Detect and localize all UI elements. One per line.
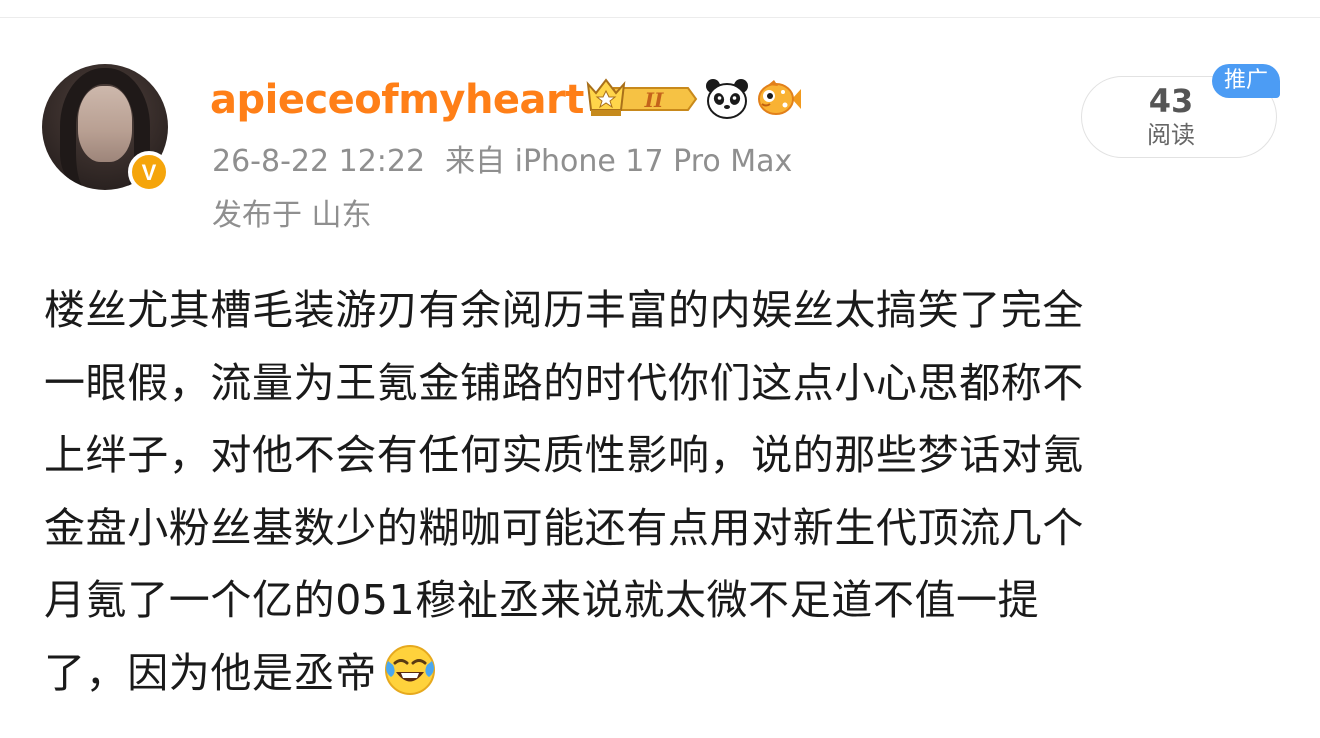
post-line: 月氪了一个亿的051穆祉丞来说就太微不足道不值一提 <box>44 576 1040 624</box>
post-line: 一眼假，流量为王氪金铺路的时代你们这点小心思都称不 <box>44 358 1084 407</box>
post-line: 上绊子，对他不会有任何实质性影响，说的那些梦话对氪 <box>44 431 1084 479</box>
laugh-cry-emoji <box>384 644 435 695</box>
user-badges: II <box>584 76 802 122</box>
post-source: 来自 iPhone 17 Pro Max <box>445 144 793 179</box>
crown-level-icon[interactable]: II <box>584 76 698 122</box>
post-content: 楼丝尤其槽毛装游刃有余阅历丰富的内娱丝太搞笑了完全 一眼假，流量为王氪金铺路的时… <box>44 274 1264 709</box>
post-line-last: 了，因为他是丞帝 <box>44 637 1264 710</box>
post-line-text: 了，因为他是丞帝 <box>44 648 377 697</box>
top-divider <box>0 17 1320 18</box>
read-label: 阅读 <box>1147 121 1195 149</box>
post-location: 发布于 山东 <box>212 198 372 233</box>
verified-v-icon: V <box>128 151 170 193</box>
avatar-face <box>78 86 132 162</box>
post-line: 楼丝尤其槽毛装游刃有余阅历丰富的内娱丝太搞笑了完全 <box>44 286 1084 334</box>
level-badge-text: II <box>644 88 664 112</box>
fish-icon <box>758 80 801 115</box>
panda-icon <box>706 79 748 119</box>
username-link[interactable]: apieceofmyheart <box>210 76 584 124</box>
promote-badge[interactable]: 推广 <box>1212 64 1280 98</box>
verified-v-text: V <box>142 161 157 183</box>
post-line: 金盘小粉丝基数少的糊咖可能还有点用对新生代顶流几个 <box>44 503 1084 552</box>
post-timestamp[interactable]: 26-8-22 12:22 <box>212 144 425 179</box>
post-meta: 26-8-22 12:22 来自 iPhone 17 Pro Max <box>212 144 792 180</box>
